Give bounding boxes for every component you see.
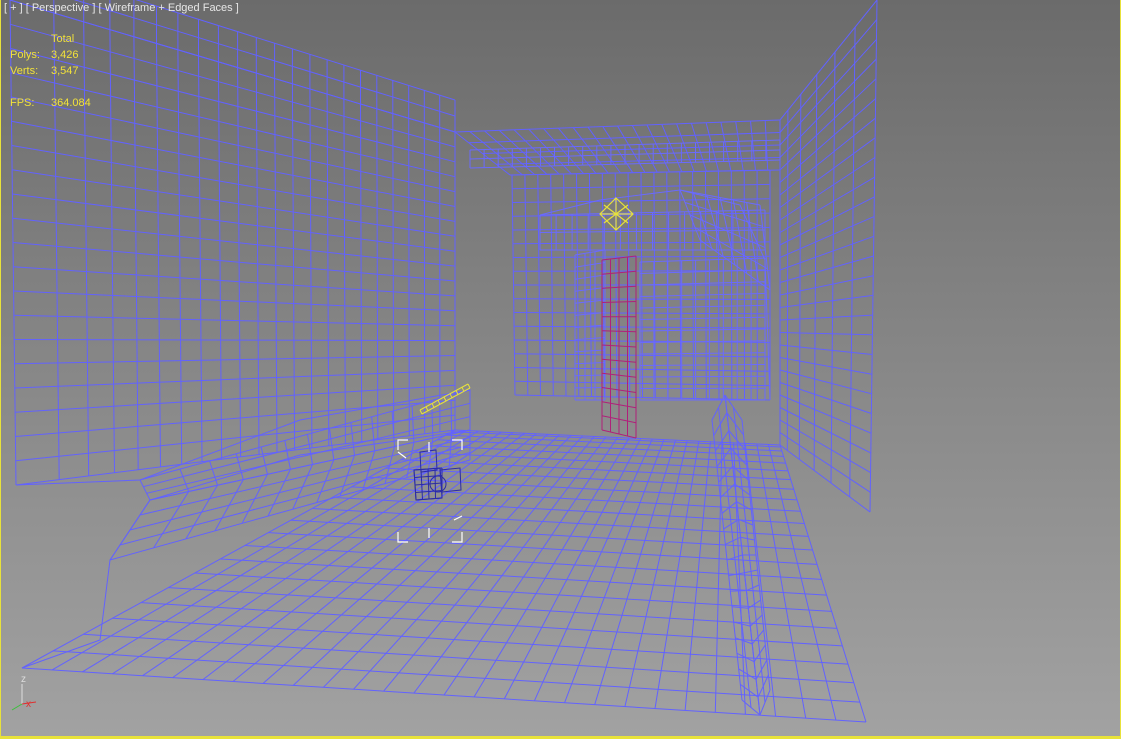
verts-value: 3,547 <box>51 65 79 77</box>
viewport-view-menu[interactable]: [ Perspective ] <box>26 2 96 14</box>
perspective-viewport[interactable]: [ + ] [ Perspective ] [ Wireframe + Edge… <box>0 0 1121 739</box>
viewport-plus-menu[interactable]: [ + ] <box>4 2 23 14</box>
fps-value: 364.084 <box>51 97 91 109</box>
verts-label: Verts: <box>10 65 39 77</box>
axis-x-label: x <box>26 699 31 710</box>
room-wireframe-mesh <box>9 0 878 723</box>
polys-label: Polys: <box>10 49 40 61</box>
viewport-label-menu[interactable]: [ + ] [ Perspective ] [ Wireframe + Edge… <box>4 2 239 14</box>
wireframe-scene[interactable] <box>0 0 1121 739</box>
axis-z-label: z <box>21 674 26 685</box>
active-viewport-border-left <box>0 0 1 739</box>
polys-value: 3,426 <box>51 49 79 61</box>
axis-tripod-icon: z x <box>11 674 37 711</box>
viewport-shading-menu[interactable]: [ Wireframe + Edged Faces ] <box>98 2 238 14</box>
fps-label: FPS: <box>10 97 35 109</box>
stats-header: Total <box>51 33 75 45</box>
door-mesh-selected <box>601 255 637 439</box>
